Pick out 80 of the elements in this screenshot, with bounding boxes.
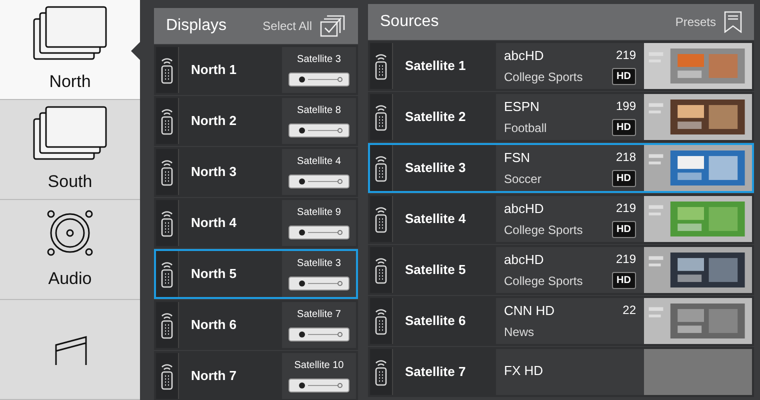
display-row[interactable]: North 7 Satellite 10 — [154, 351, 358, 400]
source-row[interactable]: Satellite 4 abcHD 219 College Sports HD — [368, 194, 754, 244]
checkbox-stack-icon — [320, 15, 346, 37]
source-name: Satellite 3 — [405, 159, 466, 178]
display-row[interactable]: North 4 Satellite 9 — [154, 198, 358, 248]
sidebar-item[interactable] — [0, 300, 140, 400]
display-row[interactable]: North 6 Satellite 7 — [154, 300, 358, 350]
program-name: College Sports — [504, 222, 583, 239]
source-name: Satellite 7 — [405, 363, 466, 382]
sidebar-item[interactable]: South — [0, 100, 140, 200]
display-row[interactable]: North 1 Satellite 3 — [154, 45, 358, 95]
channel-name: CNN HD — [504, 302, 555, 320]
source-row[interactable]: Satellite 3 FSN 218 Soccer HD — [368, 143, 754, 193]
channel-name: FX HD — [504, 362, 543, 380]
panel-title: Sources — [380, 12, 440, 32]
receiver-icon — [288, 122, 350, 140]
source-label: Satellite 9 — [297, 206, 341, 220]
display-name: North 1 — [191, 61, 236, 80]
source-label: Satellite 3 — [297, 52, 341, 66]
source-label: Satellite 8 — [297, 104, 341, 118]
source-name: Satellite 2 — [405, 108, 466, 126]
display-row[interactable]: North 3 Satellite 4 — [154, 147, 358, 197]
display-row[interactable]: North 5 Satellite 3 — [154, 249, 358, 299]
source-row[interactable]: Satellite 7 FX HD — [368, 347, 754, 397]
source-label: Satellite 3 — [297, 256, 341, 270]
program-name: Soccer — [504, 170, 542, 188]
sidebar-item[interactable]: North — [0, 0, 140, 100]
channel-number: 219 — [616, 200, 636, 218]
channel-name: abcHD — [504, 200, 544, 218]
source-row[interactable]: Satellite 1 abcHD 219 College Sports HD — [368, 41, 754, 91]
display-name: North 4 — [191, 214, 236, 232]
channel-name: ESPN — [504, 98, 540, 116]
channel-number: 218 — [616, 149, 636, 166]
display-name: North 6 — [191, 316, 236, 334]
program-name: College Sports — [504, 68, 583, 86]
panel-title: Displays — [166, 16, 228, 36]
hd-badge: HD — [612, 68, 636, 86]
source-name: Satellite 4 — [405, 210, 466, 228]
receiver-icon — [288, 326, 350, 344]
program-name: News — [504, 324, 534, 341]
channel-name: FSN — [504, 149, 530, 168]
selection-pointer — [131, 42, 140, 60]
source-row[interactable]: Satellite 6 CNN HD 22 News — [368, 296, 754, 346]
receiver-icon — [288, 274, 350, 292]
channel-number: 22 — [622, 302, 636, 320]
receiver-icon — [288, 70, 350, 88]
display-name: North 2 — [191, 112, 236, 130]
receiver-icon — [288, 224, 350, 242]
source-row[interactable]: Satellite 5 abcHD 219 College Sports HD — [368, 245, 754, 295]
display-row[interactable]: North 2 Satellite 8 — [154, 96, 358, 146]
hd-badge: HD — [612, 221, 636, 238]
receiver-icon — [288, 172, 350, 190]
speaker-icon — [45, 208, 95, 258]
select-all-button[interactable]: Select All — [262, 15, 346, 37]
display-name: North 7 — [191, 367, 236, 386]
source-label: Satellite 7 — [297, 308, 341, 322]
program-name: College Sports — [504, 272, 583, 290]
program-name: Football — [504, 120, 547, 137]
channel-number: 199 — [616, 98, 636, 116]
source-row[interactable]: Satellite 2 ESPN 199 Football HD — [368, 92, 754, 142]
bookmark-icon — [724, 11, 742, 33]
source-name: Satellite 5 — [405, 261, 466, 280]
source-name: Satellite 6 — [405, 312, 466, 330]
stacked-screens-icon — [32, 104, 108, 161]
hd-badge: HD — [612, 170, 636, 188]
channel-number: 219 — [616, 47, 636, 64]
hd-badge: HD — [612, 119, 636, 136]
stacked-screens-icon — [32, 4, 108, 61]
source-name: Satellite 1 — [405, 57, 466, 76]
channel-name: abcHD — [504, 251, 544, 270]
source-label: Satellite 4 — [297, 154, 341, 168]
display-name: North 5 — [191, 265, 236, 284]
presets-button[interactable]: Presets — [675, 11, 742, 33]
display-name: North 3 — [191, 163, 236, 182]
channel-number: 219 — [616, 251, 636, 268]
source-label: Satellite 10 — [294, 358, 344, 372]
sidebar-item[interactable]: Audio — [0, 200, 140, 300]
receiver-icon — [288, 376, 350, 394]
hd-badge: HD — [612, 272, 636, 290]
channel-name: abcHD — [504, 47, 544, 66]
